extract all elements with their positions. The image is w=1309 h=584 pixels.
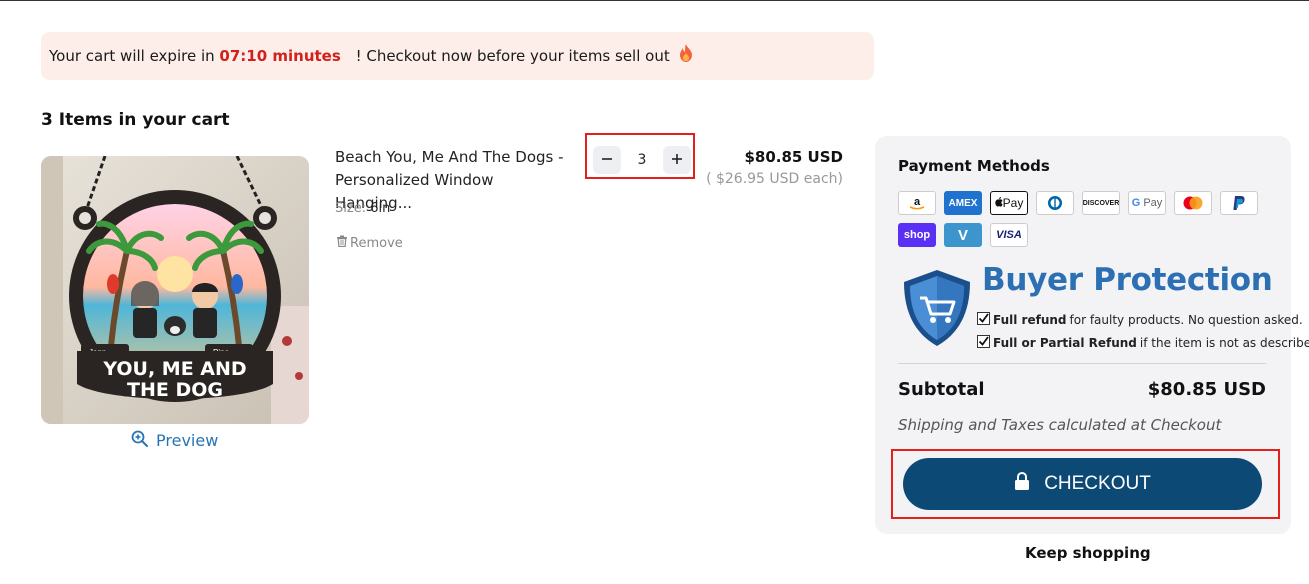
shop-pay-icon: shop <box>898 223 936 247</box>
fire-icon <box>679 33 693 81</box>
venmo-text: V <box>957 226 968 244</box>
checkbox-checked-icon <box>977 312 990 328</box>
protection-line: Full refund for faulty products. No ques… <box>977 312 1303 328</box>
visa-text: VISA <box>996 229 1022 241</box>
paypal-icon <box>1220 191 1258 215</box>
google-pay-text: Pay <box>1143 197 1163 209</box>
checkbox-checked-icon <box>977 335 990 351</box>
product-image[interactable]: Jenn Pipo YOU, ME AND THE DOG <box>41 156 309 424</box>
decrease-quantity-button[interactable] <box>593 146 621 174</box>
preview-link[interactable]: Preview <box>131 430 218 451</box>
buyer-protection-title: Buyer Protection <box>982 262 1273 298</box>
visa-icon: VISA <box>990 223 1028 247</box>
amex-icon: AMEX <box>944 191 982 215</box>
zoom-in-icon <box>131 430 148 451</box>
subtotal-value: $80.85 USD <box>1147 379 1266 400</box>
discover-text: DISCOVER <box>1082 199 1120 207</box>
amex-text: AMEX <box>948 197 978 209</box>
mastercard-icon <box>1174 191 1212 215</box>
amazon-pay-icon: a <box>898 191 936 215</box>
diners-club-icon <box>1036 191 1074 215</box>
protection-line-rest: if the item is not as described. <box>1139 336 1309 350</box>
minus-icon <box>601 153 613 168</box>
subtotal-label: Subtotal <box>898 379 985 400</box>
payment-methods-title: Payment Methods <box>898 157 1050 175</box>
keep-shopping-link[interactable]: Keep shopping <box>1025 544 1151 562</box>
google-pay-icon: G Pay <box>1128 191 1166 215</box>
item-size-value: 6in <box>370 201 391 216</box>
shop-pay-text: shop <box>903 229 931 241</box>
banner-prefix: Your cart will expire in <box>49 47 215 65</box>
apple-pay-icon: Pay <box>990 191 1028 215</box>
checkout-button[interactable]: CHECKOUT <box>903 458 1262 510</box>
image-line2: THE DOG <box>127 379 223 401</box>
protection-line-bold: Full or Partial Refund <box>993 336 1137 350</box>
lock-icon <box>1014 471 1030 497</box>
svg-text:a: a <box>914 196 921 208</box>
item-size: Size: 6in <box>335 201 390 216</box>
protection-line-bold: Full refund <box>993 313 1067 327</box>
cart-title: 3 Items in your cart <box>41 110 230 130</box>
trash-icon <box>336 235 348 251</box>
shield-cart-icon <box>900 268 974 348</box>
protection-line: Full or Partial Refund if the item is no… <box>977 335 1309 351</box>
remove-button[interactable]: Remove <box>336 235 403 251</box>
top-divider <box>0 0 1309 1</box>
protection-line-rest: for faulty products. No question asked. <box>1069 313 1303 327</box>
checkout-label: CHECKOUT <box>1044 473 1151 494</box>
discover-icon: DISCOVER <box>1082 191 1120 215</box>
item-price: $80.85 USD <box>744 148 843 166</box>
preview-label: Preview <box>156 431 219 450</box>
plus-icon <box>671 153 683 168</box>
remove-label: Remove <box>350 235 403 251</box>
quantity-input[interactable]: 3 <box>624 146 660 174</box>
venmo-icon: V <box>944 223 982 247</box>
increase-quantity-button[interactable] <box>663 146 691 174</box>
cart-expiry-banner: Your cart will expire in 07:10 minutes !… <box>41 32 874 80</box>
image-line1: YOU, ME AND <box>102 358 246 380</box>
item-unit-price: ( $26.95 USD each) <box>706 171 843 187</box>
shipping-note: Shipping and Taxes calculated at Checkou… <box>898 416 1222 434</box>
countdown-timer: 07:10 minutes <box>219 47 341 65</box>
summary-divider <box>898 363 1266 364</box>
item-size-label: Size: <box>335 201 367 216</box>
banner-suffix: ! Checkout now before your items sell ou… <box>355 47 670 65</box>
apple-pay-text: Pay <box>1002 196 1024 210</box>
